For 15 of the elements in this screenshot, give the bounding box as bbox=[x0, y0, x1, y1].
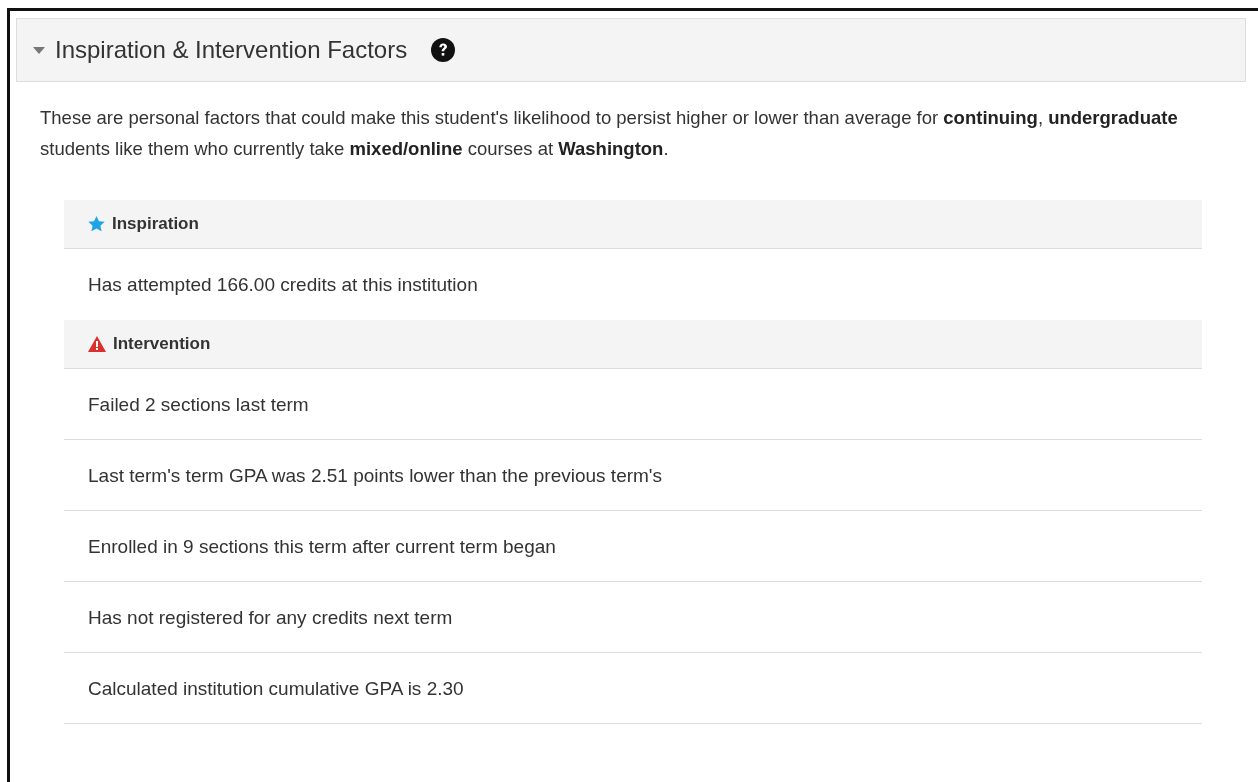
panel-title: Inspiration & Intervention Factors bbox=[55, 36, 408, 64]
caret-icon[interactable] bbox=[33, 46, 45, 54]
factor-row: Calculated institution cumulative GPA is 2.30 bbox=[64, 653, 1202, 724]
factor-row: Last term's term GPA was 2.51 points lower than the previous term's bbox=[64, 440, 1202, 511]
warning-icon bbox=[88, 336, 106, 352]
group-label: Inspiration bbox=[112, 214, 199, 234]
factor-row-text: Has attempted 166.00 credits at this institution bbox=[87, 273, 479, 297]
description: These are personal factors that could make this student's likelihood to persist higher or lower than average for continuing, undergraduate students like them who currently take mixed/online courses at Washington. bbox=[40, 106, 1179, 161]
factor-row: Has not registered for any credits next term bbox=[64, 582, 1202, 653]
panel-header[interactable]: Inspiration & Intervention Factors bbox=[16, 18, 1246, 82]
help-icon[interactable] bbox=[431, 38, 456, 62]
factor-row: Enrolled in 9 sections this term after current term began bbox=[64, 511, 1202, 582]
group-label: Intervention bbox=[113, 334, 211, 354]
star-icon bbox=[88, 216, 105, 232]
factor-row: Failed 2 sections last term bbox=[64, 369, 1202, 440]
